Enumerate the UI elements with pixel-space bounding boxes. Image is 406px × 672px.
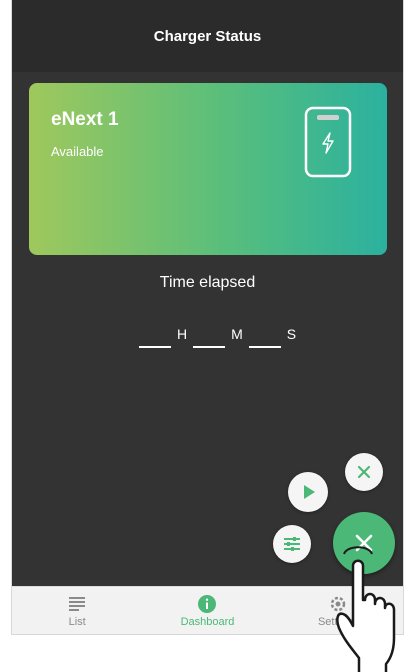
- tap-hand-icon: [336, 546, 396, 672]
- nav-item-list[interactable]: List: [12, 587, 142, 634]
- seconds-unit: S: [286, 326, 297, 342]
- list-icon: [68, 594, 86, 614]
- elapsed-timer: H M S: [139, 318, 302, 348]
- tune-icon: [284, 537, 300, 551]
- minutes-value: [193, 322, 226, 348]
- adjust-settings-button[interactable]: [273, 525, 311, 563]
- hours-unit: H: [177, 326, 188, 342]
- charger-name: eNext 1: [51, 109, 119, 130]
- nav-label-dashboard: Dashboard: [180, 616, 235, 628]
- hours-value: [139, 322, 171, 348]
- page-title: Charger Status: [153, 27, 262, 45]
- nav-item-dashboard[interactable]: Dashboard: [142, 587, 272, 634]
- charger-card[interactable]: eNext 1 Available: [29, 83, 387, 255]
- time-elapsed-label: Time elapsed: [159, 274, 256, 291]
- top-bar: Charger Status: [12, 0, 403, 72]
- seconds-value: [248, 322, 281, 348]
- app-screen: Charger Status eNext 1 Available Time el…: [12, 0, 403, 634]
- stop-charging-button[interactable]: [345, 453, 383, 491]
- charger-status: Available: [51, 144, 104, 159]
- nav-label-list: List: [68, 616, 86, 628]
- info-icon: [197, 594, 217, 614]
- start-charging-button[interactable]: [288, 472, 328, 512]
- close-icon: [357, 465, 371, 479]
- charger-icon: [304, 106, 352, 178]
- play-icon: [304, 485, 315, 499]
- minutes-unit: M: [231, 326, 243, 342]
